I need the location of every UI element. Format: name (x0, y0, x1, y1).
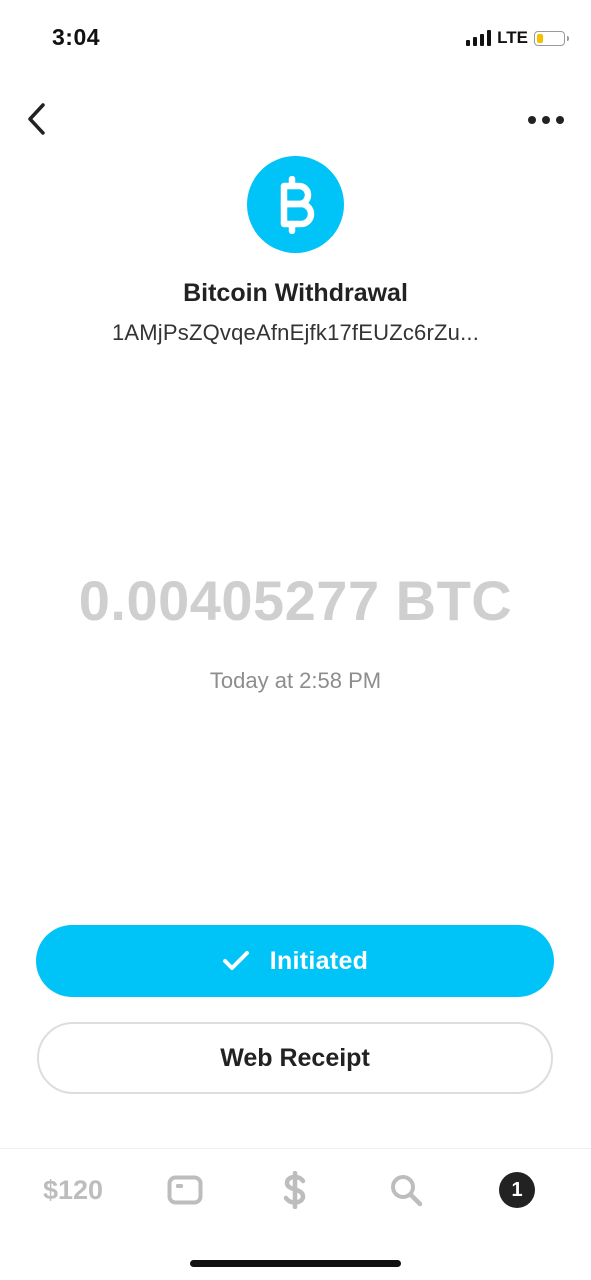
bottom-tab-bar: $120 1 (0, 1148, 591, 1233)
transaction-amount: 0.00405277 BTC (78, 569, 513, 632)
bitcoin-avatar (247, 156, 344, 253)
tab-activity[interactable]: 1 (494, 1167, 540, 1213)
back-button[interactable] (14, 96, 58, 142)
wallet-address: 1AMjPsZQvqeAfnEjfk17fEUZc6rZu... (111, 320, 480, 345)
tab-balance[interactable]: $120 (33, 1167, 113, 1213)
home-indicator[interactable] (190, 1260, 401, 1267)
network-label: LTE (497, 28, 528, 47)
web-receipt-label: Web Receipt (220, 1043, 370, 1072)
activity-badge-count: 1 (511, 1178, 523, 1201)
status-label: Initiated (269, 946, 369, 975)
activity-icon: 1 (499, 1172, 535, 1208)
search-icon (391, 1175, 423, 1207)
dollar-icon (283, 1171, 306, 1209)
status-time: 3:04 (52, 24, 101, 50)
signal-icon (466, 30, 492, 46)
tab-search[interactable] (383, 1167, 429, 1213)
web-receipt-button[interactable]: Web Receipt (37, 1022, 553, 1094)
more-options-button[interactable] (523, 100, 569, 140)
battery-icon (534, 30, 569, 46)
chevron-left-icon (28, 103, 45, 135)
status-indicators: LTE (466, 27, 569, 49)
battery-level (537, 33, 543, 43)
status-bar: 3:04 LTE (0, 0, 591, 76)
card-icon (167, 1175, 203, 1205)
checkmark-icon (222, 951, 249, 970)
transaction-timestamp: Today at 2:58 PM (209, 668, 382, 693)
bitcoin-icon (280, 175, 314, 234)
tab-pay[interactable] (272, 1167, 318, 1213)
status-initiated-button[interactable]: Initiated (36, 925, 554, 997)
tab-card[interactable] (162, 1167, 208, 1213)
ellipsis-icon (528, 116, 536, 124)
transaction-title: Bitcoin Withdrawal (183, 279, 408, 307)
transaction-detail-screen: 3:04 LTE Bitcoin Withdrawal 1AMjPsZQvqeA… (0, 0, 591, 1280)
